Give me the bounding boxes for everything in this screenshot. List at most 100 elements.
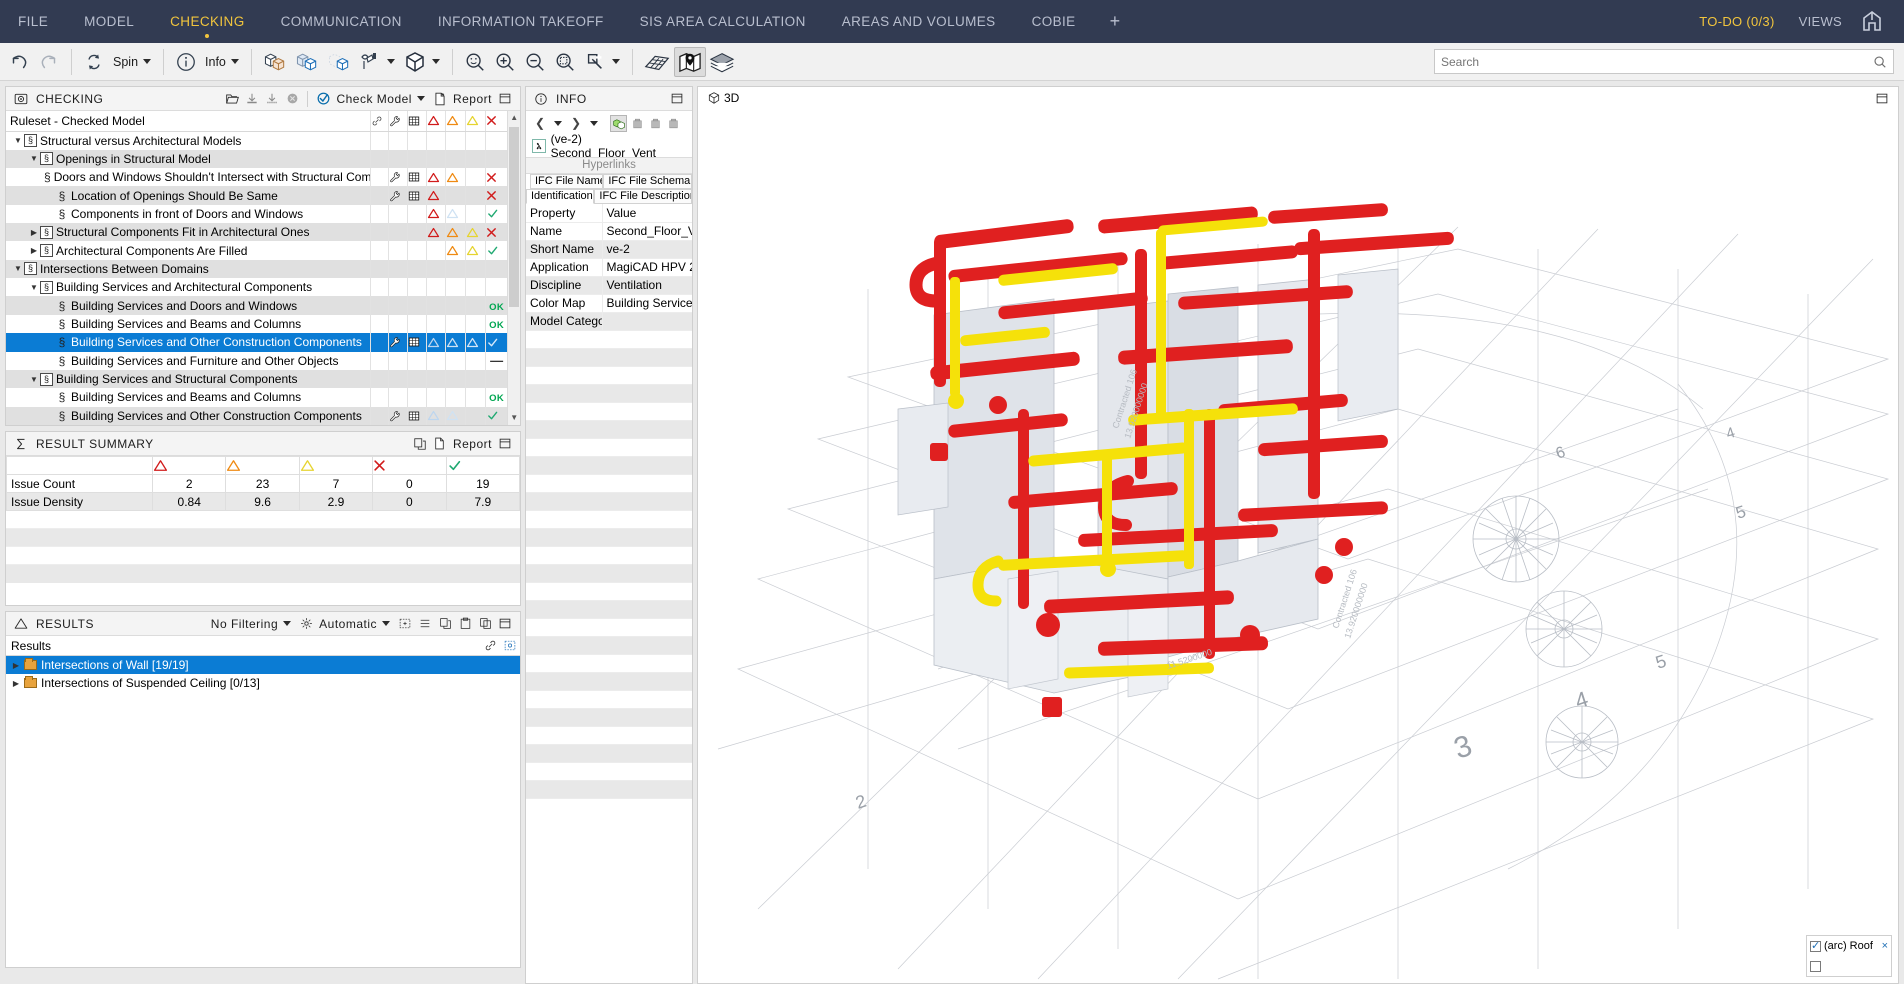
tab-identification[interactable]: Identification <box>526 189 595 204</box>
panel-layout-icon[interactable] <box>667 89 687 109</box>
checking-tree-scrollbar[interactable]: ▲ ▼ <box>507 111 520 425</box>
status-ok-label[interactable]: OK <box>484 388 508 407</box>
tree-row[interactable]: ▶ § Structural Components Fit in Architect… <box>6 223 508 242</box>
layers-icon[interactable] <box>706 47 738 77</box>
severity-x-icon[interactable] <box>484 186 508 205</box>
severity-orange-icon[interactable] <box>445 223 466 242</box>
table-icon[interactable] <box>406 168 427 187</box>
severity-red-icon[interactable] <box>425 186 446 205</box>
model-3d-canvas[interactable]: 3 4 5 6 5 4 2 Contracted 106 13.92000000… <box>698 109 1898 983</box>
severity-orange-icon[interactable] <box>445 168 466 187</box>
paint-tool-icon[interactable] <box>355 47 385 77</box>
tree-row[interactable]: § Location of Openings Should Be Same <box>6 186 508 205</box>
tree-row[interactable]: § Building Services and Furniture and Oth… <box>6 351 508 370</box>
filter-chevron-down-icon[interactable] <box>283 621 292 626</box>
info-label[interactable]: Info <box>201 55 229 69</box>
nav-previous-chevron-down-icon[interactable] <box>550 114 566 132</box>
tree-row[interactable]: ▼ § Building Services and Structural Compo… <box>6 369 508 389</box>
wrench-icon[interactable] <box>388 406 408 425</box>
zoom-area-icon[interactable] <box>550 47 580 77</box>
severity-check-icon[interactable] <box>484 333 508 352</box>
tree-row[interactable]: ▼ § Openings in Structural Model <box>6 149 508 169</box>
stop-checking-icon[interactable] <box>282 89 302 109</box>
tab-ifc-file-description[interactable]: IFC File Description <box>594 189 692 204</box>
tree-row[interactable]: § Building Services and Beams and Columns… <box>6 314 508 334</box>
views-button[interactable]: VIEWS <box>1787 14 1854 29</box>
menu-item-model[interactable]: MODEL <box>66 0 152 43</box>
report-icon[interactable] <box>430 89 450 109</box>
tree-twisty-icon[interactable]: ▼ <box>28 375 40 384</box>
tree-row[interactable]: § Building Services and Beams and Columns… <box>6 388 508 407</box>
legend-row-empty[interactable] <box>1807 956 1891 976</box>
grouping-icon[interactable] <box>296 614 316 634</box>
spin-label[interactable]: Spin <box>109 55 141 69</box>
check-model-chevron-down-icon[interactable] <box>416 96 425 101</box>
tree-twisty-icon[interactable]: ▶ <box>28 228 40 237</box>
property-row[interactable]: Discipline Ventilation <box>526 276 692 295</box>
zoom-fit-icon[interactable] <box>460 47 490 77</box>
select-dropdown-chevron-down-icon[interactable] <box>611 59 620 64</box>
tree-twisty-icon[interactable]: ▼ <box>12 264 24 273</box>
paste-icon[interactable] <box>455 614 475 634</box>
add-tab-button[interactable]: + <box>1094 0 1137 43</box>
solid-box-icon[interactable] <box>400 47 430 77</box>
todo-button[interactable]: TO-DO (0/3) <box>1687 14 1786 29</box>
duplicate-icon[interactable] <box>475 614 495 634</box>
report-icon[interactable] <box>430 434 450 454</box>
results-filter-label[interactable]: No Filtering <box>208 617 281 631</box>
property-row[interactable]: ApplicationMagiCAD HPV 2... <box>526 258 692 277</box>
nav-next-icon[interactable]: ❯ <box>568 114 584 132</box>
tree-twisty-icon[interactable]: ▼ <box>28 154 40 163</box>
box-dropdown-chevron-down-icon[interactable] <box>431 59 440 64</box>
severity-x-icon[interactable] <box>484 168 508 187</box>
status-ok-label[interactable]: OK <box>484 314 508 334</box>
menu-item-checking[interactable]: CHECKING <box>152 0 262 43</box>
severity-red-icon[interactable] <box>425 223 446 242</box>
panel-layout-icon[interactable] <box>495 89 515 109</box>
results-twisty-icon[interactable]: ▶ <box>10 679 22 688</box>
severity-orange-icon[interactable] <box>445 406 466 425</box>
spin-icon[interactable] <box>79 47 109 77</box>
info-icon[interactable] <box>171 47 201 77</box>
results-row[interactable]: ▶ Intersections of Wall [19/19] <box>6 656 520 674</box>
wrench-icon[interactable] <box>388 168 408 187</box>
import-icon[interactable] <box>242 89 262 109</box>
checking-tree[interactable]: Ruleset - Checked Model ▼ § Structural vers… <box>6 111 520 425</box>
severity-red-icon[interactable] <box>425 204 446 224</box>
results-list[interactable]: ▶ Intersections of Wall [19/19] ▶ Intersect… <box>6 656 520 692</box>
undo-icon[interactable] <box>4 47 34 77</box>
property-row[interactable]: Model Categories <box>526 312 692 331</box>
tab-ifc-file-schema[interactable]: IFC File Schema <box>603 174 692 189</box>
hide-object-icon[interactable] <box>647 114 663 132</box>
scrollbar-thumb[interactable] <box>509 127 519 307</box>
results-twisty-icon[interactable]: ▶ <box>10 661 22 670</box>
severity-red-icon[interactable] <box>425 406 446 425</box>
list-view-icon[interactable] <box>415 614 435 634</box>
tree-row[interactable]: ▶ § Architectural Components Are Filled <box>6 241 508 260</box>
table-icon[interactable] <box>406 333 427 352</box>
table-icon[interactable] <box>406 406 427 425</box>
panel-layout-icon[interactable] <box>495 614 515 634</box>
severity-orange-icon[interactable] <box>445 241 466 260</box>
map-pin-icon[interactable] <box>673 46 706 77</box>
severity-red-icon[interactable] <box>425 333 446 352</box>
info-object-row[interactable]: (ve-2) Second_Floor_Vent <box>526 132 692 160</box>
isolate-object-icon[interactable] <box>665 114 681 132</box>
reference-model-icon[interactable] <box>323 47 355 77</box>
check-model-label[interactable]: Check Model <box>333 92 415 106</box>
checking-tree-table[interactable]: Ruleset - Checked Model ▼ § Structural vers… <box>6 111 508 425</box>
scroll-up-arrow-icon[interactable]: ▲ <box>508 111 520 125</box>
severity-check-icon[interactable] <box>484 241 508 260</box>
menu-item-communication[interactable]: COMMUNICATION <box>263 0 420 43</box>
grid-plane-icon[interactable] <box>640 47 674 77</box>
redo-icon[interactable] <box>34 47 64 77</box>
tree-row[interactable]: § Doors and Windows Shouldn't Intersect w… <box>6 168 508 187</box>
results-grouping-label[interactable]: Automatic <box>316 617 380 631</box>
export-icon[interactable] <box>262 89 282 109</box>
tree-twisty-icon[interactable]: ▼ <box>28 283 40 292</box>
menu-item-file[interactable]: FILE <box>0 0 66 43</box>
delete-object-icon[interactable] <box>629 114 645 132</box>
severity-yellow-icon[interactable] <box>465 333 486 352</box>
panel-layout-icon[interactable] <box>1872 88 1892 108</box>
copy-summary-icon[interactable] <box>410 434 430 454</box>
